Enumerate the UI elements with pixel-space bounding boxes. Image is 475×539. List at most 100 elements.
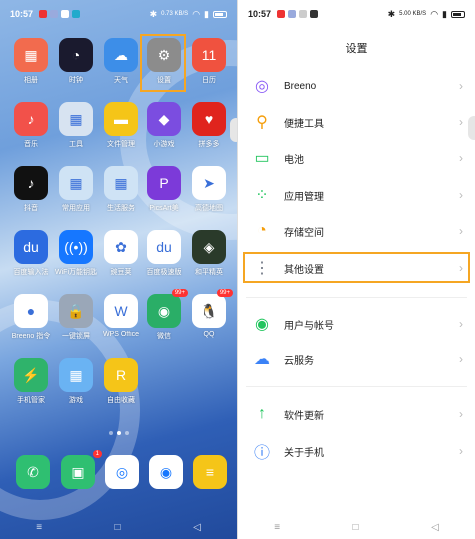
- app-icon-10[interactable]: ♥ 拼多多: [186, 102, 232, 149]
- app-label: 一键锁屏: [62, 333, 90, 340]
- notification-icons: [277, 10, 319, 18]
- notification-badge: 99+: [216, 289, 233, 297]
- app-glyph-icon: ▦: [104, 166, 138, 200]
- app-icon-17[interactable]: ((•)) WiFi万能钥匙: [53, 230, 99, 277]
- app-icon-25[interactable]: 🐧 99+ QQ: [186, 289, 233, 338]
- app-icon-13[interactable]: ▦ 生活服务: [98, 166, 144, 213]
- app-glyph-icon: ♪: [14, 102, 48, 136]
- app-icon-12[interactable]: ▦ 常用应用: [53, 166, 99, 213]
- other-settings-highlight-box: [243, 252, 470, 283]
- back-button[interactable]: ◁: [431, 522, 439, 533]
- settings-item-3[interactable]: ▭ 电池 ›: [246, 143, 467, 173]
- app-icon-8[interactable]: ▬ 文件管理: [98, 102, 144, 149]
- back-button[interactable]: ◁: [193, 522, 201, 533]
- app-icon-3[interactable]: ☁ 天气: [98, 38, 144, 85]
- app-icon-26[interactable]: ⚡ 手机管家: [8, 358, 54, 405]
- net-speed: 0.73 KB/S: [161, 11, 189, 17]
- signal-icon: ▮: [442, 8, 447, 19]
- settings-item-5[interactable]: ◔ 存储空间 ›: [246, 216, 467, 246]
- settings-item-icon: ⁘: [255, 187, 269, 204]
- page-dot[interactable]: [124, 431, 129, 435]
- app-glyph-icon: ▦: [14, 38, 48, 72]
- app-icon-1[interactable]: ▦ 相册: [8, 38, 54, 85]
- home-button[interactable]: □: [353, 522, 359, 533]
- page-dot[interactable]: [108, 431, 113, 435]
- home-screen: 10:57 ✱ 0.73 KB/S ◠ ▮ ▦ 相册 ◔ 时钟 ☁ 天气 ⚙ 设置 11 日历 ♪ 音…: [0, 0, 237, 539]
- app-icon-18[interactable]: ✿ 豌豆荚: [98, 230, 144, 277]
- settings-item-7[interactable]: ◉ 用户与帐号 ›: [246, 309, 467, 339]
- settings-item-label: Breeno: [284, 80, 317, 92]
- app-label: 游戏: [69, 397, 83, 404]
- settings-item-2[interactable]: ⚲ 便捷工具 ›: [246, 107, 467, 137]
- chevron-right-icon: ›: [459, 79, 463, 93]
- chevron-right-icon: ›: [459, 224, 463, 238]
- page-dot-active[interactable]: [116, 431, 121, 435]
- settings-item-icon: ☁: [254, 351, 270, 368]
- app-icon-22[interactable]: 🔒 一键锁屏: [53, 294, 99, 341]
- notification-icon: [50, 10, 59, 18]
- chevron-right-icon: ›: [459, 151, 463, 165]
- app-icon-9[interactable]: ◆ 小游戏: [141, 102, 187, 149]
- app-label: 拼多多: [198, 141, 220, 148]
- section-divider: [246, 386, 467, 387]
- settings-item-8[interactable]: ☁ 云服务 ›: [246, 344, 467, 374]
- app-icon-7[interactable]: ▦ 工具: [53, 102, 99, 149]
- settings-item-9[interactable]: ↑ 软件更新 ›: [246, 399, 467, 429]
- settings-item-icon: ⚲: [256, 114, 268, 131]
- app-icon-6[interactable]: ♪ 音乐: [8, 102, 54, 149]
- settings-highlight-box: [140, 34, 186, 92]
- dock-app-5[interactable]: ≡: [187, 455, 233, 492]
- app-icon-20[interactable]: ◈ 和平精英: [186, 230, 232, 277]
- app-icon-21[interactable]: ● Breeno 指令: [8, 294, 54, 341]
- bluetooth-icon: ✱: [387, 8, 396, 19]
- app-icon-14[interactable]: P PicsArt美: [141, 166, 187, 213]
- page-indicator: [0, 431, 237, 435]
- app-label: QQ: [203, 331, 215, 338]
- page-title: 设置: [345, 43, 368, 55]
- menu-button[interactable]: ≡: [36, 522, 42, 533]
- menu-button[interactable]: ≡: [274, 522, 280, 533]
- settings-item-10[interactable]: ⓘ 关于手机 ›: [246, 436, 467, 466]
- notification-icon: [299, 10, 308, 18]
- net-speed: 5.00 KB/S: [399, 11, 427, 17]
- side-handle[interactable]: [468, 116, 475, 140]
- chevron-right-icon: ›: [459, 352, 463, 366]
- app-label: Breeno 指令: [11, 333, 51, 340]
- wifi-icon: ◠: [192, 8, 201, 19]
- app-icon-24[interactable]: ◉ 99+ 微信: [141, 289, 188, 341]
- status-time: 10:57: [10, 9, 34, 19]
- app-glyph-icon: W: [104, 294, 138, 328]
- app-glyph-icon: ▬: [104, 102, 138, 136]
- app-glyph-icon: ◉ 99+: [147, 289, 188, 328]
- app-glyph-icon: R: [104, 358, 138, 392]
- app-icon-5[interactable]: 11 日历: [186, 38, 232, 85]
- dock-glyph-icon: ▣ 1: [61, 450, 102, 489]
- app-label: 文件管理: [107, 141, 135, 148]
- app-label: 百度输入法: [13, 269, 49, 276]
- dock-glyph-icon: ✆: [16, 455, 50, 489]
- chevron-right-icon: ›: [459, 407, 463, 421]
- app-icon-15[interactable]: ➤ 高德地图: [186, 166, 232, 213]
- side-handle[interactable]: [230, 118, 237, 142]
- app-glyph-icon: ♪: [14, 166, 48, 200]
- home-button[interactable]: □: [115, 522, 121, 533]
- settings-item-icon: ↑: [258, 405, 266, 422]
- app-label: 手机管家: [17, 397, 45, 404]
- settings-item-label: 存储空间: [284, 227, 324, 239]
- dock-app-1[interactable]: ✆: [10, 455, 56, 492]
- dock-app-4[interactable]: ◉: [143, 455, 189, 492]
- app-icon-11[interactable]: ♪ 抖音: [8, 166, 54, 213]
- dock-app-2[interactable]: ▣ 1: [55, 450, 102, 492]
- app-label: 日历: [202, 77, 216, 84]
- settings-item-4[interactable]: ⁘ 应用管理 ›: [246, 180, 467, 210]
- app-label: 时钟: [69, 77, 83, 84]
- app-icon-27[interactable]: ▦ 游戏: [53, 358, 99, 405]
- dock-app-3[interactable]: ◎: [99, 455, 145, 492]
- app-icon-2[interactable]: ◔ 时钟: [53, 38, 99, 85]
- app-glyph-icon: ((•)): [59, 230, 93, 264]
- app-icon-23[interactable]: W WPS Office: [98, 294, 144, 338]
- app-icon-19[interactable]: du 百度极速版: [141, 230, 187, 277]
- app-icon-16[interactable]: du 百度输入法: [8, 230, 54, 277]
- settings-item-1[interactable]: ◎ Breeno ›: [246, 71, 467, 101]
- app-icon-28[interactable]: R 自由收藏: [98, 358, 144, 405]
